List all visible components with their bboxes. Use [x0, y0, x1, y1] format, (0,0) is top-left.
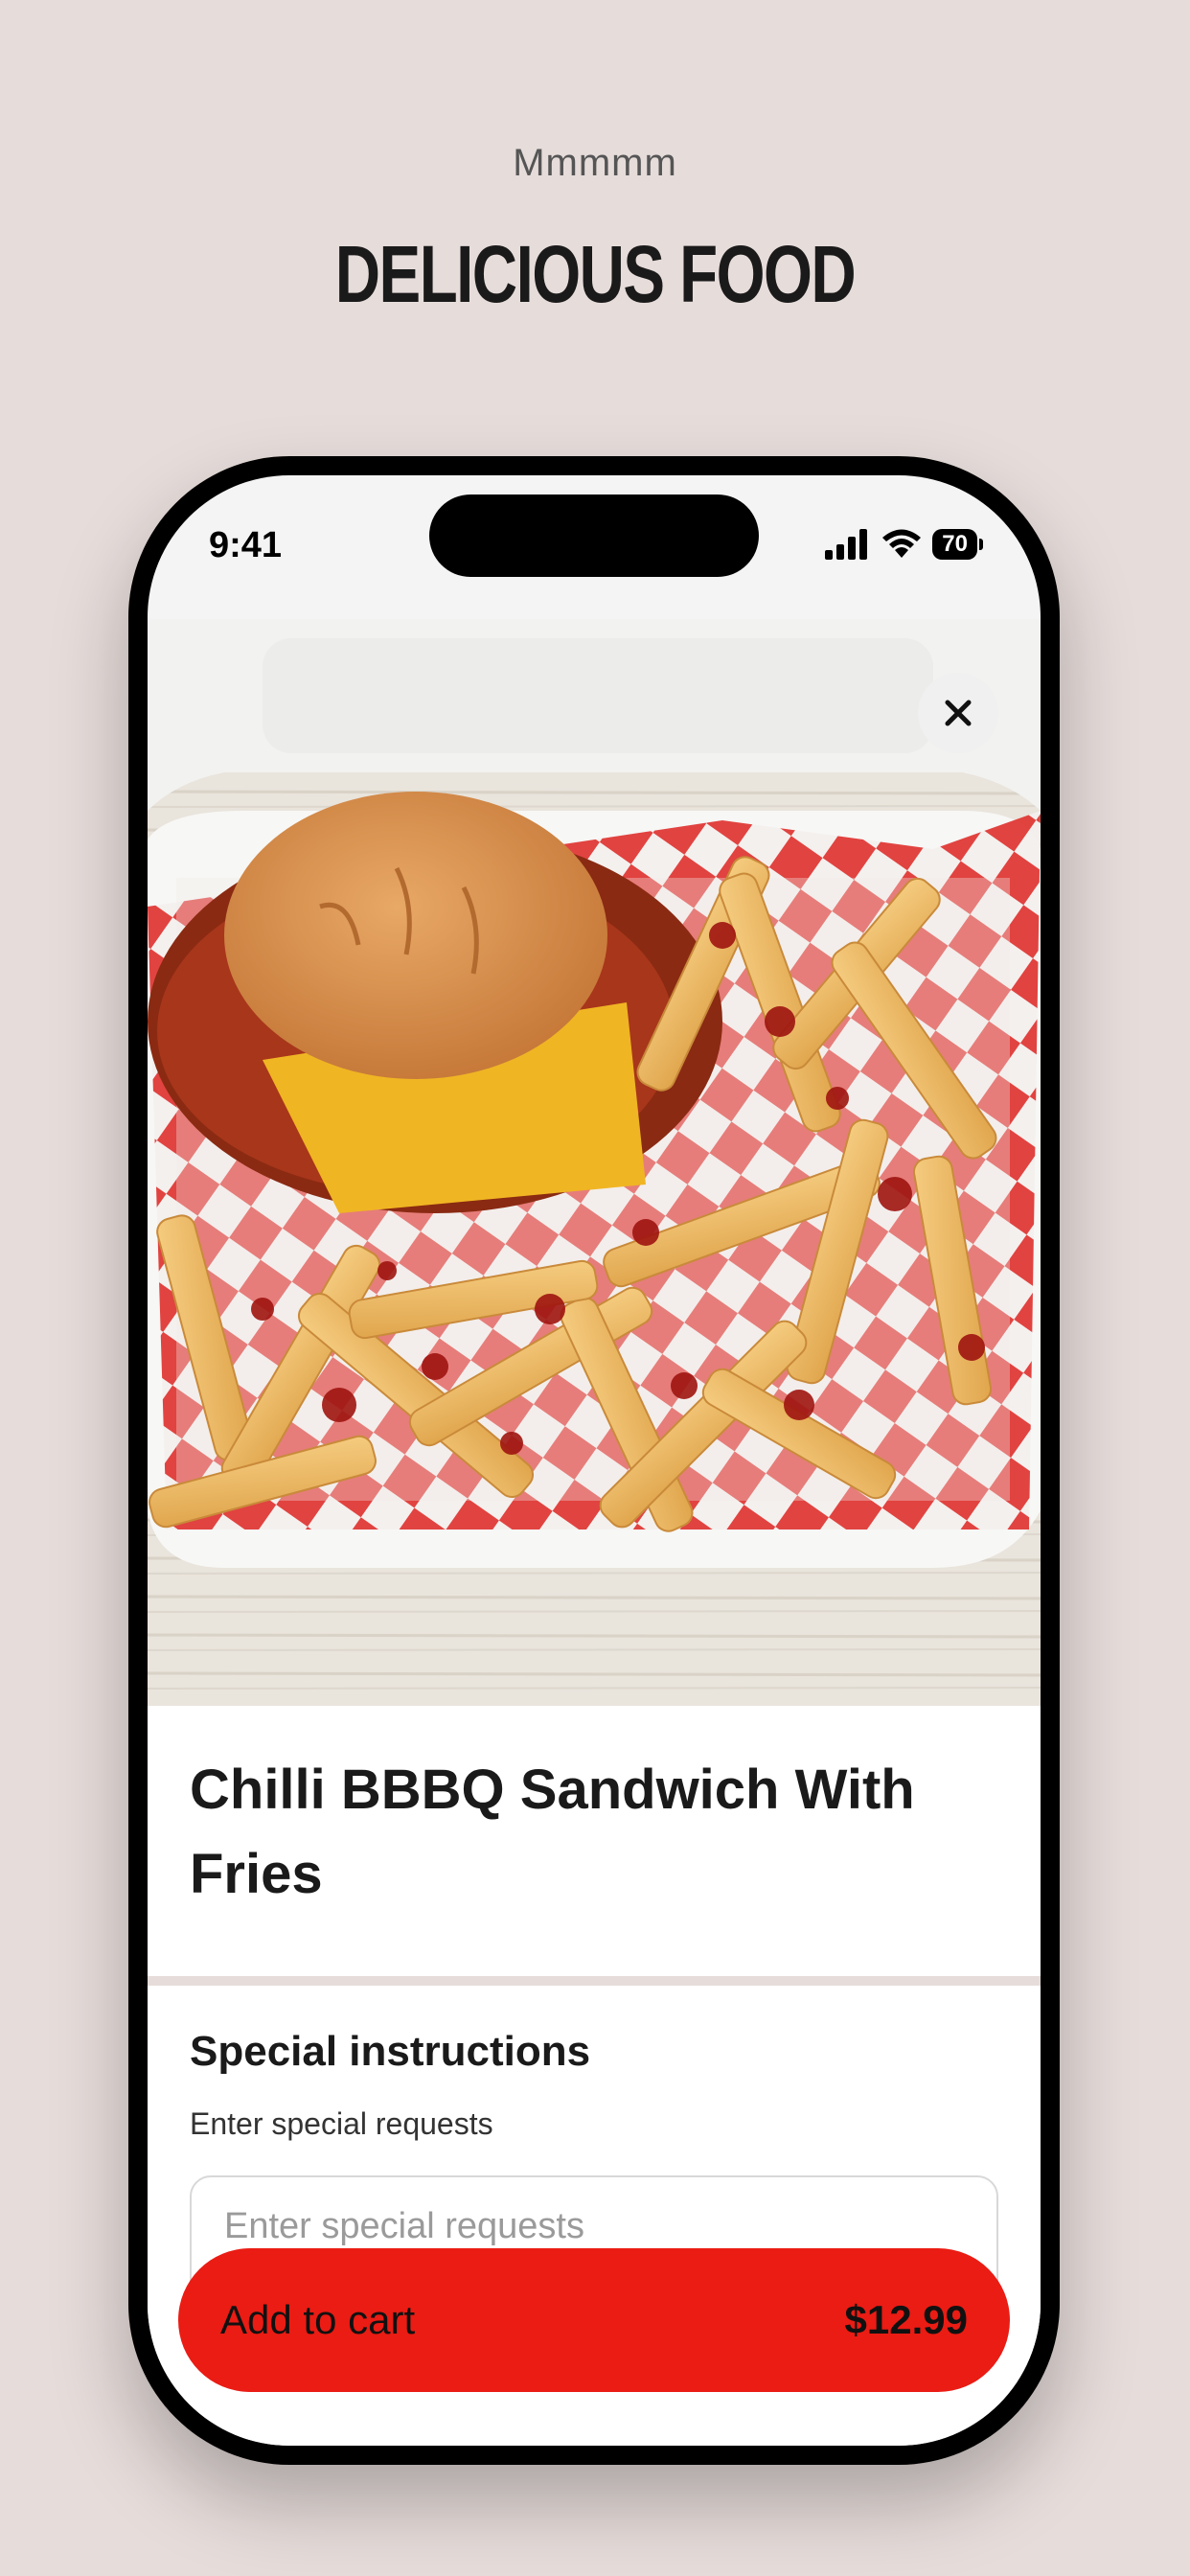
close-icon — [945, 700, 972, 726]
status-time: 9:41 — [209, 525, 283, 565]
special-instructions-title: Special instructions — [190, 2028, 591, 2075]
cellular-signal-icon — [825, 529, 868, 560]
cart-price: $12.99 — [844, 2297, 968, 2342]
battery-indicator: 70 — [932, 529, 983, 560]
food-photo — [148, 619, 1041, 1706]
eyebrow-text: Mmmmm — [513, 142, 677, 184]
close-button[interactable] — [918, 673, 998, 753]
dynamic-island — [429, 494, 759, 577]
item-detail-sheet: Chilli BBBQ Sandwich With Fries Special … — [148, 619, 1041, 2446]
add-to-cart-button[interactable]: Add to cart $12.99 — [178, 2248, 1010, 2392]
phone-screen: 9:41 70 Chilli BBBQ Sandwich With Fries … — [148, 475, 1041, 2446]
status-bar: 9:41 70 — [148, 475, 1041, 619]
food-illustration — [148, 619, 1041, 1706]
add-to-cart-label: Add to cart — [220, 2297, 416, 2342]
special-instructions-subtitle: Enter special requests — [190, 2106, 493, 2141]
page-headline: DELICIOUS FOOD — [334, 229, 857, 319]
wifi-icon — [882, 529, 922, 558]
status-icons: 70 — [825, 529, 983, 560]
item-title: Chilli BBBQ Sandwich With Fries — [190, 1759, 915, 1905]
phone-frame: 9:41 70 Chilli BBBQ Sandwich With Fries … — [128, 456, 1060, 2465]
section-divider — [148, 1976, 1041, 1986]
